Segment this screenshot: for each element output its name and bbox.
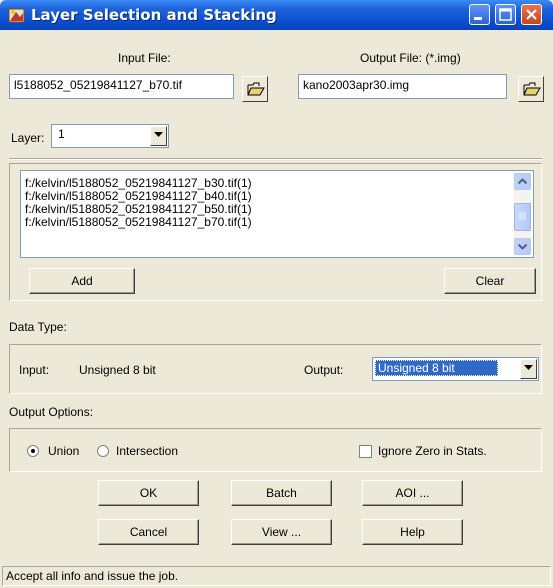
output-options-panel: Union Intersection Ignore Zero in Stats. (9, 428, 542, 472)
output-options-label: Output Options: (9, 405, 94, 419)
chevron-up-icon (517, 178, 528, 185)
ok-button[interactable]: OK (98, 480, 199, 506)
input-file-field[interactable]: l5188052_05219841127_b70.tif (9, 74, 234, 99)
close-button[interactable] (521, 4, 542, 25)
layer-select-value: 1 (58, 127, 65, 141)
batch-button[interactable]: Batch (231, 480, 332, 506)
input-type-value: Unsigned 8 bit (79, 363, 156, 377)
data-type-panel: Input: Unsigned 8 bit Output: Unsigned 8… (9, 344, 542, 394)
chevron-down-icon (517, 243, 528, 250)
ignore-zero-checkbox[interactable] (359, 445, 372, 458)
minimize-button[interactable] (469, 4, 490, 25)
list-item[interactable]: f:/kelvin/l5188052_05219841127_b70.tif(1… (25, 216, 252, 229)
output-type-select[interactable]: Unsigned 8 bit (372, 357, 539, 381)
layer-label: Layer: (11, 131, 45, 145)
output-type-label: Output: (304, 363, 344, 377)
chevron-down-icon (154, 132, 163, 137)
layer-select-arrow[interactable] (150, 126, 167, 146)
cancel-button[interactable]: Cancel (98, 519, 199, 545)
view-button[interactable]: View ... (231, 519, 332, 545)
scroll-down-button[interactable] (514, 238, 531, 255)
window-title: Layer Selection and Stacking (31, 6, 277, 24)
maximize-button[interactable] (495, 4, 516, 25)
input-file-label: Input File: (118, 51, 171, 65)
intersection-radio[interactable] (97, 445, 109, 457)
title-bar[interactable]: Layer Selection and Stacking (0, 0, 553, 30)
layer-list[interactable]: f:/kelvin/l5188052_05219841127_b30.tif(1… (20, 170, 534, 258)
scroll-up-button[interactable] (514, 173, 531, 190)
status-bar: Accept all info and issue the job. (2, 566, 551, 586)
folder-open-icon (247, 82, 265, 96)
ignore-zero-label[interactable]: Ignore Zero in Stats. (378, 444, 487, 458)
output-file-browse-button[interactable] (518, 76, 544, 102)
close-icon (526, 9, 537, 20)
union-label[interactable]: Union (48, 444, 79, 458)
intersection-label[interactable]: Intersection (116, 444, 178, 458)
output-type-arrow[interactable] (520, 359, 537, 379)
minimize-icon (474, 17, 482, 20)
input-file-browse-button[interactable] (242, 76, 268, 102)
union-radio[interactable] (27, 445, 39, 457)
add-button[interactable]: Add (29, 268, 135, 294)
layer-stacking-dialog: Layer Selection and Stacking Input File:… (0, 0, 553, 588)
chevron-down-icon (524, 365, 533, 370)
input-type-label: Input: (19, 363, 50, 377)
output-file-field[interactable]: kano2003apr30.img (298, 74, 507, 99)
aoi-button[interactable]: AOI ... (362, 480, 463, 506)
list-scrollbar[interactable] (514, 173, 531, 255)
data-type-label: Data Type: (9, 320, 67, 334)
scroll-thumb[interactable] (514, 203, 531, 231)
status-text: Accept all info and issue the job. (6, 569, 179, 583)
app-icon (8, 8, 25, 23)
output-type-value: Unsigned 8 bit (375, 360, 498, 376)
divider (9, 158, 542, 160)
help-button[interactable]: Help (362, 519, 463, 545)
folder-open-icon (523, 82, 541, 96)
output-file-label: Output File: (*.img) (360, 51, 461, 65)
clear-button[interactable]: Clear (444, 268, 536, 294)
layer-list-panel: f:/kelvin/l5188052_05219841127_b30.tif(1… (9, 163, 542, 301)
layer-select[interactable]: 1 (51, 124, 169, 148)
maximize-icon (499, 8, 512, 21)
grip-icon (519, 212, 526, 220)
